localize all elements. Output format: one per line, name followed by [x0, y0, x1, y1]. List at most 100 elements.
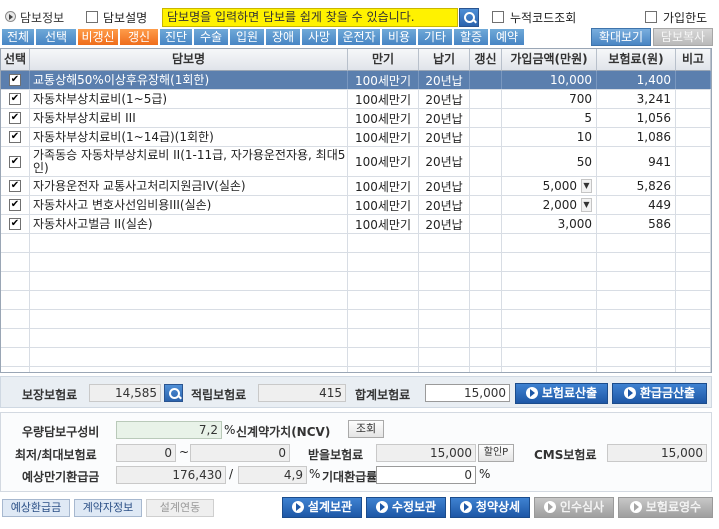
bottom-button-4[interactable]: 보험료영수 [618, 497, 713, 518]
row-checkbox[interactable] [9, 180, 21, 192]
table-row[interactable]: 자동차사고 변호사선임비용III(실손)100세만기20년납 2,000 ▼ 449 [1, 196, 711, 215]
refund-rate-value[interactable]: 0 [376, 466, 476, 484]
join-limit-checkbox[interactable] [645, 11, 657, 23]
empty-cell [502, 291, 597, 309]
calc-premium-button[interactable]: 보험료산출 [515, 383, 608, 404]
ncv-query-button[interactable]: 조회 [348, 420, 384, 438]
row-select-cell[interactable] [1, 90, 30, 108]
tab-2[interactable]: 비갱신 [78, 29, 118, 45]
tab-13[interactable]: 예약 [490, 29, 524, 45]
empty-cell [502, 348, 597, 366]
zoom-button[interactable]: 확대보기 [591, 28, 651, 46]
desc-checkbox[interactable] [86, 11, 98, 23]
row-select-cell[interactable] [1, 196, 30, 214]
amount-cell[interactable]: 2,000 ▼ [502, 196, 597, 214]
row-select-cell[interactable] [1, 215, 30, 233]
tab-0[interactable]: 전체 [2, 29, 34, 45]
row-select-cell[interactable] [1, 71, 30, 89]
chevron-down-icon[interactable]: ▼ [581, 179, 592, 193]
arrow-right-icon [623, 387, 636, 399]
maturity-cell: 100세만기 [348, 196, 419, 214]
tab-8[interactable]: 사망 [302, 29, 336, 45]
tab-11[interactable]: 기타 [418, 29, 452, 45]
chevron-down-icon[interactable]: ▼ [581, 198, 592, 212]
table-row[interactable]: 가족동승 자동차부상치료비 II(1-11급, 자가용운전자용, 최대5인)10… [1, 147, 711, 177]
search-icon[interactable] [459, 8, 479, 27]
arrow-right-icon [543, 501, 556, 513]
search-input[interactable]: 담보명을 입력하면 담보를 쉽게 찾을 수 있습니다. [162, 8, 458, 27]
note-cell [676, 196, 711, 214]
column-header[interactable]: 비고 [676, 49, 711, 71]
empty-cell [676, 329, 711, 347]
row-select-cell[interactable] [1, 128, 30, 146]
bottom-button-1[interactable]: 수정보관 [366, 497, 446, 518]
empty-cell [470, 367, 502, 372]
empty-cell [470, 234, 502, 252]
section-bullet-icon [5, 11, 16, 22]
empty-cell [676, 272, 711, 290]
table-row[interactable]: 자동차부상치료비(1~5급)100세만기20년납 700 3,241 [1, 90, 711, 109]
tab-1[interactable]: 선택 [36, 29, 76, 45]
column-header[interactable]: 갱신 [470, 49, 502, 71]
column-header[interactable]: 만기 [348, 49, 419, 71]
row-checkbox[interactable] [9, 112, 21, 124]
discount-button[interactable]: 할인P [478, 444, 514, 462]
tab-7[interactable]: 장애 [266, 29, 300, 45]
desc-checkbox-label: 담보설명 [103, 11, 148, 25]
guarantee-search-icon[interactable] [164, 384, 183, 402]
renewal-cell [470, 147, 502, 176]
column-header[interactable]: 보험료(원) [597, 49, 676, 71]
bottom-button-2[interactable]: 청약상세 [450, 497, 530, 518]
column-header[interactable]: 담보명 [30, 49, 348, 71]
bottom-tab-1[interactable]: 계약자정보 [74, 499, 142, 517]
amount-cell[interactable]: 5,000 ▼ [502, 177, 597, 195]
coverage-grid: 선택담보명만기납기갱신가입금액(만원)보험료(원)비고 교통상해50%이상후유장… [0, 48, 712, 373]
payment-cell: 20년납 [419, 71, 470, 89]
row-select-cell[interactable] [1, 147, 30, 176]
amount-value: 5,000 [542, 179, 577, 193]
tab-12[interactable]: 할증 [454, 29, 488, 45]
row-checkbox[interactable] [9, 131, 21, 143]
tab-9[interactable]: 운전자 [338, 29, 380, 45]
tab-4[interactable]: 진단 [160, 29, 192, 45]
min-premium-value: 0 [116, 444, 176, 462]
table-row[interactable]: 자가용운전자 교통사고처리지원금IV(실손)100세만기20년납5,000▼5,… [1, 177, 711, 196]
row-checkbox[interactable] [9, 93, 21, 105]
row-select-cell[interactable] [1, 109, 30, 127]
empty-row [1, 291, 711, 310]
empty-row [1, 253, 711, 272]
tab-3[interactable]: 갱신 [120, 29, 158, 45]
row-checkbox[interactable] [9, 218, 21, 230]
table-row[interactable]: 교통상해50%이상후유장해(1회한)100세만기20년납 10,000 1,400 [1, 71, 711, 90]
total-premium-label: 합계보험료 [355, 388, 411, 402]
column-header[interactable]: 납기 [419, 49, 470, 71]
empty-cell [502, 329, 597, 347]
copy-coverage-button[interactable]: 담보복사 [653, 28, 713, 46]
calc-refund-button[interactable]: 환급금산출 [612, 383, 707, 404]
bottom-tab-0[interactable]: 예상환급금 [2, 499, 70, 517]
bottom-tab-2[interactable]: 설계연동 [146, 499, 214, 517]
empty-cell [419, 272, 470, 290]
cumulative-code-checkbox[interactable] [492, 11, 504, 23]
renewal-cell [470, 128, 502, 146]
row-checkbox[interactable] [9, 155, 21, 168]
table-row[interactable]: 자동차부상치료비 III100세만기20년납 5 1,056 [1, 109, 711, 128]
arrow-right-icon [375, 501, 388, 513]
bottom-button-0[interactable]: 설계보관 [282, 497, 362, 518]
empty-cell [597, 310, 676, 328]
bottom-button-3[interactable]: 인수심사 [534, 497, 614, 518]
empty-cell [30, 348, 348, 366]
row-checkbox[interactable] [9, 74, 21, 86]
column-header[interactable]: 선택 [1, 49, 30, 71]
column-header[interactable]: 가입금액(만원) [502, 49, 597, 71]
tab-5[interactable]: 수술 [194, 29, 228, 45]
quality-ratio-unit: % [224, 423, 236, 437]
table-row[interactable]: 자동차사고벌금 II(실손)100세만기20년납 3,000 586 [1, 215, 711, 234]
tab-10[interactable]: 비용 [382, 29, 416, 45]
row-checkbox[interactable] [9, 199, 21, 211]
tab-6[interactable]: 입원 [230, 29, 264, 45]
row-select-cell[interactable] [1, 177, 30, 195]
amount-value: 2,000 [542, 198, 577, 212]
table-row[interactable]: 자동차부상치료비(1~14급)(1회한)100세만기20년납 10 1,086 [1, 128, 711, 147]
cms-premium-label: CMS보험료 [534, 448, 597, 462]
